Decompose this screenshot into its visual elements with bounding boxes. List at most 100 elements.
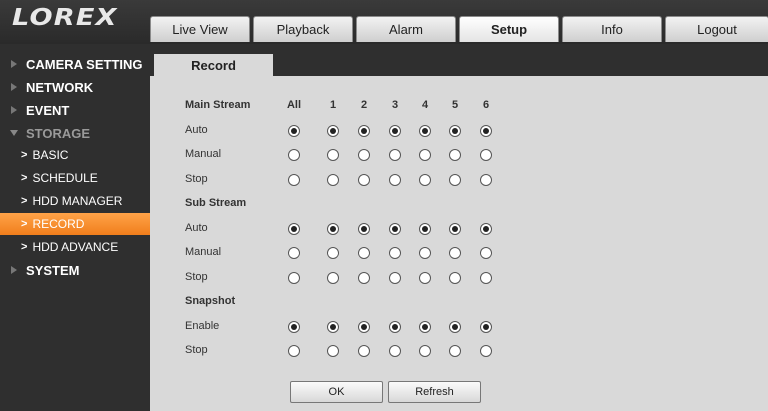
sidebar-item-label: HDD ADVANCE: [32, 240, 119, 254]
main-stream-stop-radio-all[interactable]: [288, 173, 300, 186]
sub-stream-stop-radio-ch3[interactable]: [389, 271, 401, 284]
snapshot-enable-radio-ch4[interactable]: [419, 320, 431, 333]
snapshot-stop-radio-ch2[interactable]: [358, 345, 370, 357]
sidebar-item-record[interactable]: > RECORD: [0, 213, 150, 235]
main-stream-manual-radio-all[interactable]: [288, 149, 300, 161]
sub-stream-section-title: Sub Stream: [185, 197, 247, 209]
sub-stream-manual-radio-ch5[interactable]: [449, 247, 461, 259]
column-header-channel-1: 1: [329, 99, 337, 111]
main-stream-auto-radio-ch2[interactable]: [358, 124, 370, 137]
main-stream-stop-radio-ch2[interactable]: [358, 173, 370, 186]
tab-playback[interactable]: Playback: [253, 16, 353, 42]
collapse-arrow-icon: [10, 130, 18, 136]
tab-alarm[interactable]: Alarm: [356, 16, 456, 42]
sidebar-item-system[interactable]: SYSTEM: [0, 259, 150, 281]
column-header-channel-6: 6: [482, 99, 490, 111]
main-stream-stop-radio-ch6[interactable]: [480, 173, 492, 186]
tab-record[interactable]: Record: [154, 54, 273, 76]
refresh-button[interactable]: Refresh: [388, 381, 481, 403]
sub-stream-stop-radio-all[interactable]: [288, 271, 300, 284]
main-stream-stop-radio-ch5[interactable]: [449, 173, 461, 186]
column-header-channel-2: 2: [360, 99, 368, 111]
main-stream-stop-radio-ch4[interactable]: [419, 173, 431, 186]
main-stream-manual-radio-ch4[interactable]: [419, 149, 431, 161]
main-stream-manual-radio-ch2[interactable]: [358, 149, 370, 161]
snapshot-stop-radio-all[interactable]: [288, 345, 300, 357]
snapshot-section-title: Snapshot: [185, 295, 236, 307]
sub-stream-stop-radio-ch2[interactable]: [358, 271, 370, 284]
snapshot-stop-radio-ch1[interactable]: [327, 345, 339, 357]
snapshot-stop-radio-ch3[interactable]: [389, 345, 401, 357]
snapshot-enable-radio-all[interactable]: [288, 320, 300, 333]
main-stream-auto-radio-ch4[interactable]: [419, 124, 431, 137]
sub-stream-auto-radio-ch5[interactable]: [449, 222, 461, 235]
expand-arrow-icon: [11, 83, 17, 91]
sidebar-item-camera-setting[interactable]: CAMERA SETTING: [0, 53, 150, 75]
panel-tab-strip: Record: [150, 44, 768, 76]
sub-stream-manual-radio-all[interactable]: [288, 247, 300, 259]
ok-button[interactable]: OK: [290, 381, 383, 403]
sub-stream-manual-radio-ch6[interactable]: [480, 247, 492, 259]
sub-stream-auto-radio-ch4[interactable]: [419, 222, 431, 235]
sidebar-item-network[interactable]: NETWORK: [0, 76, 150, 98]
main-stream-stop-radio-ch1[interactable]: [327, 173, 339, 186]
chevron-right-icon: >: [21, 195, 28, 207]
main-stream-auto-radio-ch6[interactable]: [480, 124, 492, 137]
sidebar-item-hdd-manager[interactable]: > HDD MANAGER: [0, 190, 150, 212]
sub-stream-auto-radio-ch1[interactable]: [327, 222, 339, 235]
chevron-right-icon: >: [21, 172, 28, 184]
sidebar-item-hdd-advance[interactable]: > HDD ADVANCE: [0, 236, 150, 258]
sidebar-item-event[interactable]: EVENT: [0, 99, 150, 121]
sub-stream-stop-radio-ch6[interactable]: [480, 271, 492, 284]
sub-stream-stop-radio-ch1[interactable]: [327, 271, 339, 284]
snapshot-enable-radio-ch1[interactable]: [327, 320, 339, 333]
sidebar-item-label: RECORD: [32, 217, 85, 231]
main-stream-auto-label: Auto: [185, 123, 208, 136]
main-stream-manual-radio-ch5[interactable]: [449, 149, 461, 161]
sub-stream-manual-label: Manual: [185, 246, 222, 258]
sub-stream-auto-radio-ch3[interactable]: [389, 222, 401, 235]
sub-stream-auto-radio-all[interactable]: [288, 222, 300, 235]
main-stream-manual-label: Manual: [185, 148, 222, 160]
sub-stream-manual-radio-ch1[interactable]: [327, 247, 339, 259]
sidebar-item-schedule[interactable]: > SCHEDULE: [0, 167, 150, 189]
snapshot-stop-radio-ch6[interactable]: [480, 345, 492, 357]
main-stream-manual-radio-ch3[interactable]: [389, 149, 401, 161]
tab-info[interactable]: Info: [562, 16, 662, 42]
sub-stream-manual-radio-ch2[interactable]: [358, 247, 370, 259]
sub-stream-stop-label: Stop: [185, 270, 208, 283]
sub-stream-auto-radio-ch6[interactable]: [480, 222, 492, 235]
main-stream-stop-radio-ch3[interactable]: [389, 173, 401, 186]
sub-stream-manual-radio-ch3[interactable]: [389, 247, 401, 259]
snapshot-enable-radio-ch3[interactable]: [389, 320, 401, 333]
record-panel: Record Main Stream All 1 2 3 4 5 6 Auto Manual Sto…: [150, 44, 768, 411]
expand-arrow-icon: [11, 60, 17, 68]
lorex-logo: LOREX: [12, 5, 118, 31]
tab-logout[interactable]: Logout: [665, 16, 768, 42]
tab-setup[interactable]: Setup: [459, 16, 559, 42]
main-stream-stop-label: Stop: [185, 172, 208, 185]
sub-stream-stop-radio-ch4[interactable]: [419, 271, 431, 284]
header-bar: LOREX Live View Playback Alarm Setup Inf…: [0, 0, 768, 44]
main-stream-auto-radio-ch5[interactable]: [449, 124, 461, 137]
main-stream-manual-radio-ch6[interactable]: [480, 149, 492, 161]
main-stream-auto-radio-ch3[interactable]: [389, 124, 401, 137]
chevron-right-icon: >: [21, 241, 28, 253]
sub-stream-stop-radio-ch5[interactable]: [449, 271, 461, 284]
main-stream-auto-radio-ch1[interactable]: [327, 124, 339, 137]
sidebar-item-label: NETWORK: [26, 79, 94, 95]
main-stream-auto-radio-all[interactable]: [288, 124, 300, 137]
main-stream-manual-radio-ch1[interactable]: [327, 149, 339, 161]
snapshot-stop-radio-ch4[interactable]: [419, 345, 431, 357]
snapshot-enable-radio-ch6[interactable]: [480, 320, 492, 333]
snapshot-enable-radio-ch2[interactable]: [358, 320, 370, 333]
sidebar-item-basic[interactable]: > BASIC: [0, 144, 150, 166]
main-stream-section-title: Main Stream: [185, 99, 251, 111]
sidebar-item-label: HDD MANAGER: [32, 194, 123, 208]
snapshot-stop-radio-ch5[interactable]: [449, 345, 461, 357]
sub-stream-manual-radio-ch4[interactable]: [419, 247, 431, 259]
sub-stream-auto-radio-ch2[interactable]: [358, 222, 370, 235]
snapshot-enable-radio-ch5[interactable]: [449, 320, 461, 333]
tab-live-view[interactable]: Live View: [150, 16, 250, 42]
sidebar-item-storage[interactable]: STORAGE: [0, 122, 150, 144]
